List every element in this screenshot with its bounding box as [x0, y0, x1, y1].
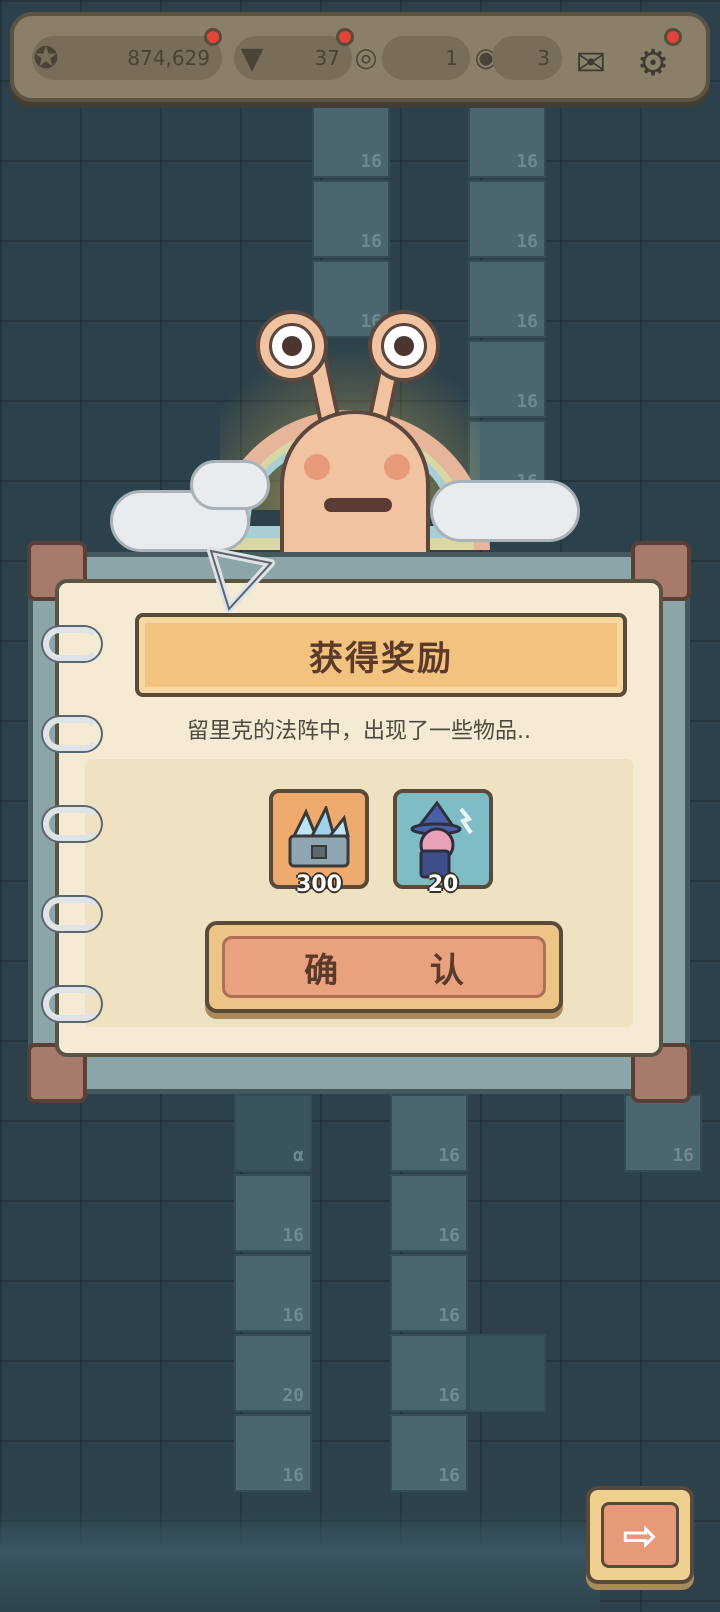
binder-ring: [43, 987, 101, 1021]
coin-b-value: 3: [537, 46, 550, 70]
tile[interactable]: 16: [390, 1414, 468, 1492]
wizard-card-icon: [410, 800, 473, 879]
mail-button[interactable]: ✉: [566, 38, 616, 88]
eye-left: [256, 310, 328, 382]
binder-ring: [43, 807, 101, 841]
stars-value: 874,629: [127, 46, 210, 70]
tile-alpha[interactable]: α: [234, 1094, 312, 1172]
tile[interactable]: 16: [468, 180, 546, 258]
eye-right: [368, 310, 440, 382]
next-button[interactable]: ⇨: [586, 1486, 694, 1584]
notification-dot: [204, 28, 222, 46]
tile[interactable]: 16: [390, 1174, 468, 1252]
crystal-floor: [0, 1510, 600, 1612]
snail-body: [280, 410, 430, 570]
tile[interactable]: 16: [390, 1334, 468, 1412]
tile[interactable]: 16: [390, 1254, 468, 1332]
confirm-button[interactable]: 确 认: [205, 921, 563, 1013]
tile-crab[interactable]: [468, 1334, 546, 1412]
reward-item-chest[interactable]: 300: [269, 789, 369, 897]
binder-ring: [43, 897, 101, 931]
binder-ring: [43, 627, 101, 661]
crystal-chest-icon: [288, 806, 350, 868]
star-badge-icon: ✪: [33, 40, 59, 76]
coin-a-value: 1: [445, 46, 458, 70]
tile[interactable]: 16: [234, 1254, 312, 1332]
cheek-right: [384, 454, 410, 480]
notification-dot: [664, 28, 682, 46]
reward-dialog: 获得奖励 留里克的法阵中，出现了一些物品.. 300 20 确 认: [27, 541, 691, 1103]
coin-b-counter[interactable]: 3: [492, 36, 562, 80]
tile[interactable]: 16: [234, 1414, 312, 1492]
reward-count: 20: [427, 872, 459, 897]
tile[interactable]: 16: [312, 180, 390, 258]
coin-a-counter[interactable]: 1: [382, 36, 470, 80]
reward-count: 300: [296, 872, 342, 897]
tile[interactable]: 16: [624, 1094, 702, 1172]
arrow-right-icon: ⇨: [601, 1502, 679, 1568]
snail-character: [110, 280, 590, 570]
confirm-button-face: 确 认: [222, 936, 546, 998]
tile[interactable]: 20: [234, 1334, 312, 1412]
title-banner: 获得奖励: [135, 613, 627, 697]
drill-icon: ▼: [240, 40, 264, 76]
binder-ring: [43, 717, 101, 751]
dialog-title: 获得奖励: [309, 638, 453, 679]
cheek-left: [304, 454, 330, 480]
notebook-page: 获得奖励 留里克的法阵中，出现了一些物品.. 300 20 确 认: [55, 579, 663, 1057]
mouth: [324, 498, 392, 512]
reward-item-wizard-card[interactable]: 20: [393, 789, 493, 897]
resource-bar: 874,629 ✪ 37 ▼ ◎ 1 ◉ 3 ✉ ⚙: [10, 12, 710, 102]
tile[interactable]: 16: [390, 1094, 468, 1172]
cloud-right: [430, 480, 580, 542]
drill-value: 37: [314, 46, 340, 70]
gear-icon: ⚙: [636, 42, 670, 84]
cloud-left-top: [190, 460, 270, 510]
tile[interactable]: 16: [468, 100, 546, 178]
confirm-label: 确 认: [304, 950, 504, 991]
tile[interactable]: 16: [234, 1174, 312, 1252]
triangle-clip-icon: [207, 547, 275, 613]
envelope-icon: ✉: [575, 42, 607, 84]
tile[interactable]: 16: [312, 100, 390, 178]
dialog-subtitle: 留里克的法阵中，出现了一些物品..: [187, 719, 531, 744]
